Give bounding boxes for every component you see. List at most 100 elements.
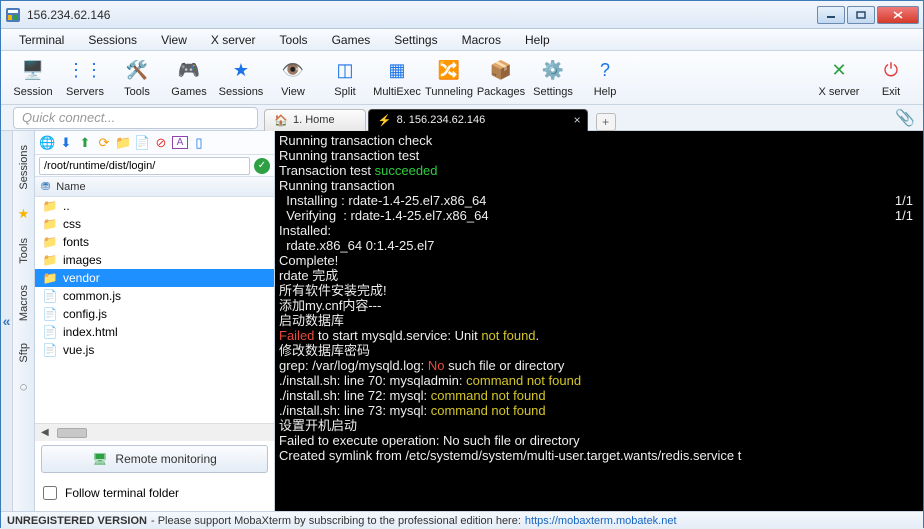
file-row[interactable]: 📁fonts [35,233,274,251]
star-icon: ★ [16,202,32,226]
globe-icon[interactable]: 🌐 [39,135,55,151]
paperclip-icon[interactable]: 📎 [895,108,915,128]
menu-tools[interactable]: Tools [270,31,318,49]
file-name: vendor [63,271,100,285]
file-name: images [63,253,102,267]
menu-help[interactable]: Help [515,31,560,49]
new-folder-icon[interactable]: 📁 [115,135,131,151]
terminal-line: Installed: [279,223,919,238]
close-button[interactable] [877,6,919,24]
file-row[interactable]: 📄index.html [35,323,274,341]
tunneling-button-label: Tunneling [425,86,473,98]
follow-terminal-checkbox[interactable] [43,486,57,500]
file-row[interactable]: 📁.. [35,197,274,215]
menu-macros[interactable]: Macros [452,31,511,49]
follow-terminal-row[interactable]: Follow terminal folder [43,481,266,505]
file-name: fonts [63,235,89,249]
terminal-line: Failed to execute operation: No such fil… [279,433,919,448]
horizontal-scrollbar[interactable]: ◀ [35,423,274,441]
sessions-button[interactable]: ★Sessions [215,53,267,103]
session-button[interactable]: 🖥️Session [7,53,59,103]
exit-button-icon: ⏻ [878,58,904,84]
terminal-line: 修改数据库密码 [279,343,919,358]
download-icon[interactable]: ⬇ [58,135,74,151]
sidetab-macros[interactable]: Macros [16,275,32,331]
xserver-button-label: X server [819,86,860,98]
menu-terminal[interactable]: Terminal [9,31,74,49]
delete-icon[interactable]: ⊘ [153,135,169,151]
tools-button[interactable]: 🛠️Tools [111,53,163,103]
multiexec-button-label: MultiExec [373,86,421,98]
multiexec-button-icon: ▦ [384,58,410,84]
servers-button[interactable]: ⋮⋮Servers [59,53,111,103]
scroll-thumb[interactable] [57,428,87,438]
terminal-line: Installing : rdate-1.4-25.el7.x86_641/1 [279,193,919,208]
new-tab-button[interactable]: + [596,113,616,131]
tab-home[interactable]: 🏠 1. Home [264,109,366,131]
text-icon[interactable]: A [172,136,188,149]
view-button-label: View [281,86,305,98]
packages-button[interactable]: 📦Packages [475,53,527,103]
folder-icon: 📁 [43,271,57,285]
maximize-button[interactable] [847,6,875,24]
terminal-line: Complete! [279,253,919,268]
games-button[interactable]: 🎮Games [163,53,215,103]
multiexec-button[interactable]: ▦ MultiExec [371,53,423,103]
file-row[interactable]: 📄config.js [35,305,274,323]
path-input[interactable] [39,157,250,175]
menu-sessions[interactable]: Sessions [78,31,147,49]
tunneling-button[interactable]: 🔀Tunneling [423,53,475,103]
file-header[interactable]: ⛃ Name [35,177,274,197]
menu-games[interactable]: Games [322,31,381,49]
settings-button-icon: ⚙️ [540,58,566,84]
menu-settings[interactable]: Settings [384,31,447,49]
split-button[interactable]: ◫Split [319,53,371,103]
settings-button[interactable]: ⚙️Settings [527,53,579,103]
terminal-line: 所有软件安装完成! [279,283,919,298]
filter-icon[interactable]: ▯ [191,135,207,151]
terminal[interactable]: Running transaction checkRunning transac… [275,131,923,511]
terminal-line: rdate 完成 [279,268,919,283]
terminal-line: rdate.x86_64 0:1.4-25.el7 [279,238,919,253]
footer-link[interactable]: https://mobaxterm.mobatek.net [525,515,677,527]
tools-button-icon: 🛠️ [124,58,150,84]
quick-connect-input[interactable]: Quick connect... [13,107,258,129]
footer-text: - Please support MobaXterm by subscribin… [151,515,521,527]
terminal-line: Verifying : rdate-1.4-25.el7.x86_641/1 [279,208,919,223]
view-button[interactable]: 👁️View [267,53,319,103]
terminal-line: ./install.sh: line 72: mysql: command no… [279,388,919,403]
sidetab-sftp[interactable]: Sftp [16,333,32,373]
file-list[interactable]: 📁..📁css📁fonts 📁 images 📁 vendor 📄common.js📄co… [35,197,274,423]
sidetab-sessions[interactable]: Sessions [16,135,32,200]
xserver-button[interactable]: ✕ X server [813,53,865,103]
path-row: ✓ [35,155,274,177]
help-button-icon: ? [592,58,618,84]
refresh-icon[interactable]: ⟳ [96,135,112,151]
side-tabs: Sessions ★ ToolsMacros Sftp ◌ [13,131,35,511]
tab-active[interactable]: ⚡ 8. 156.234.62.146 × [368,109,588,131]
xserver-button-icon: ✕ [826,58,852,84]
minimize-button[interactable] [817,6,845,24]
file-name: config.js [63,307,107,321]
file-row[interactable]: 📄vue.js [35,341,274,359]
menu-x-server[interactable]: X server [201,31,266,49]
circle-icon: ◌ [18,375,30,398]
remote-monitoring-button[interactable]: 🖥 Remote monitoring [41,445,268,473]
exit-button[interactable]: ⏻Exit [865,53,917,103]
file-row[interactable]: 📁 vendor [35,269,274,287]
menu-view[interactable]: View [151,31,197,49]
collapse-sidebar-button[interactable]: « [1,131,13,511]
file-row[interactable]: 📁css [35,215,274,233]
sidetab-tools[interactable]: Tools [16,228,32,274]
upload-icon[interactable]: ⬆ [77,135,93,151]
help-button[interactable]: ?Help [579,53,631,103]
split-button-label: Split [334,86,355,98]
new-file-icon[interactable]: 📄 [134,135,150,151]
terminal-line: Running transaction test [279,148,919,163]
app-icon [5,7,21,23]
scroll-left-icon[interactable]: ◀ [41,427,49,438]
file-row[interactable]: 📁 images [35,251,274,269]
folder-icon: 📁 [43,253,57,267]
tab-close-icon[interactable]: × [574,113,581,127]
file-row[interactable]: 📄common.js [35,287,274,305]
